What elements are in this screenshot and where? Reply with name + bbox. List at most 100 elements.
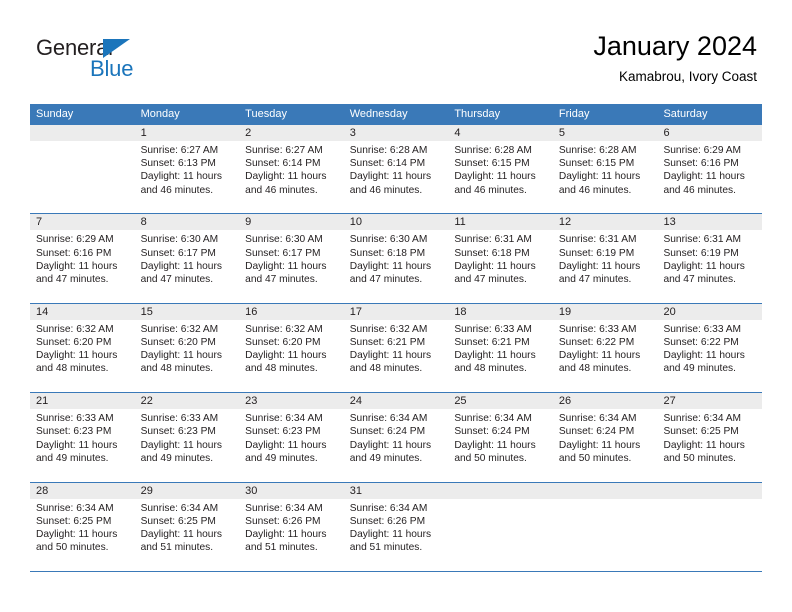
sunset-text: Sunset: 6:20 PM [245,336,321,348]
sunset-text: Sunset: 6:24 PM [454,426,530,438]
day-cell[interactable]: 29 Sunrise: 6:34 AM Sunset: 6:25 PM Dayligh… [134,482,240,571]
day-cell[interactable]: 20 Sunrise: 6:33 AM Sunset: 6:22 PM Dayligh… [657,303,763,392]
sunrise-text: Sunrise: 6:34 AM [349,413,428,425]
day-info: Sunrise: 6:33 AM Sunset: 6:23 PM Daylight:… [135,409,240,465]
day-cell[interactable]: 12 Sunrise: 6:31 AM Sunset: 6:19 PM Dayligh… [552,214,658,302]
sunrise-text: Sunrise: 6:31 AM [663,234,742,246]
sunset-text: Sunset: 6:26 PM [349,515,426,527]
day-number: 22 [134,393,240,410]
sunrise-text: Sunrise: 6:34 AM [558,413,637,425]
day-cell[interactable]: 11 Sunrise: 6:31 AM Sunset: 6:18 PM Dayligh… [448,214,553,302]
daylight-text: Daylight: 11 hours and 47 minutes. [349,260,432,285]
day-info: Sunrise: 6:27 AM Sunset: 6:13 PM Daylight:… [135,141,240,197]
day-cell[interactable]: 15 Sunrise: 6:32 AM Sunset: 6:20 PM Dayligh… [134,303,240,392]
sunset-text: Sunset: 6:13 PM [140,158,216,170]
sunset-text: Sunset: 6:20 PM [36,336,112,348]
day-number: 5 [552,125,658,141]
logo-text-blue: Blue [90,56,134,81]
day-info: Sunrise: 6:31 AM Sunset: 6:19 PM Daylight:… [657,230,762,286]
day-info: Sunrise: 6:34 AM Sunset: 6:25 PM Daylight:… [657,409,762,465]
daylight-text: Daylight: 11 hours and 48 minutes. [245,350,327,375]
day-number: 13 [657,214,763,231]
day-info: Sunrise: 6:34 AM Sunset: 6:25 PM Daylight:… [30,499,135,555]
day-cell[interactable]: 18 Sunrise: 6:33 AM Sunset: 6:21 PM Dayligh… [448,303,553,392]
day-cell[interactable]: 16 Sunrise: 6:32 AM Sunset: 6:20 PM Dayligh… [239,303,344,392]
page-header: General Blue January 2024 Kamabrou, Ivor… [0,0,792,100]
day-info: Sunrise: 6:28 AM Sunset: 6:15 PM Daylight:… [553,141,658,197]
sunrise-text: Sunrise: 6:32 AM [245,323,323,335]
day-number: 10 [343,214,449,231]
day-cell[interactable]: 31 Sunrise: 6:34 AM Sunset: 6:26 PM Dayligh… [343,482,449,571]
day-cell-empty [552,482,658,571]
day-cell[interactable]: 26 Sunrise: 6:34 AM Sunset: 6:24 PM Dayligh… [552,393,658,481]
sunset-text: Sunset: 6:26 PM [245,515,321,527]
daylight-text: Daylight: 11 hours and 47 minutes. [140,260,222,285]
day-cell[interactable]: 13 Sunrise: 6:31 AM Sunset: 6:19 PM Dayligh… [657,214,763,302]
day-info: Sunrise: 6:29 AM Sunset: 6:16 PM Daylight:… [30,230,135,286]
sunrise-text: Sunrise: 6:33 AM [36,413,114,425]
day-cell[interactable]: 1 Sunrise: 6:27 AM Sunset: 6:13 PM Daylight… [134,125,240,213]
day-cell-empty [448,482,553,571]
day-cell[interactable]: 21 Sunrise: 6:33 AM Sunset: 6:23 PM Dayligh… [30,393,135,481]
sunset-text: Sunset: 6:25 PM [663,426,739,438]
page-title: January 2024 [593,31,757,61]
daylight-text: Daylight: 11 hours and 46 minutes. [454,171,536,196]
day-cell[interactable]: 9 Sunrise: 6:30 AM Sunset: 6:17 PM Daylight… [239,214,344,302]
sunset-text: Sunset: 6:16 PM [36,247,112,259]
day-cell[interactable]: 17 Sunrise: 6:32 AM Sunset: 6:21 PM Dayligh… [343,303,449,392]
daylight-text: Daylight: 11 hours and 48 minutes. [36,350,118,375]
sunset-text: Sunset: 6:17 PM [140,247,216,259]
day-cell[interactable]: 23 Sunrise: 6:34 AM Sunset: 6:23 PM Dayligh… [239,393,344,481]
sunset-text: Sunset: 6:15 PM [558,158,635,170]
sunset-text: Sunset: 6:16 PM [663,158,739,170]
day-number: 4 [448,125,553,141]
daylight-text: Daylight: 11 hours and 50 minutes. [558,439,641,464]
day-cell[interactable]: 24 Sunrise: 6:34 AM Sunset: 6:24 PM Dayligh… [343,393,449,481]
sunrise-text: Sunrise: 6:33 AM [663,323,742,335]
day-cell[interactable]: 6 Sunrise: 6:29 AM Sunset: 6:16 PM Daylight… [657,125,763,213]
day-cell[interactable]: 4 Sunrise: 6:28 AM Sunset: 6:15 PM Daylight… [448,125,553,213]
day-cell[interactable]: 2 Sunrise: 6:27 AM Sunset: 6:14 PM Daylight… [239,125,344,213]
daylight-text: Daylight: 11 hours and 51 minutes. [140,528,222,554]
calendar-grid: Sunday Monday Tuesday Wednesday Thursday Frid… [30,104,763,572]
daylight-text: Daylight: 11 hours and 47 minutes. [663,260,745,285]
day-info: Sunrise: 6:30 AM Sunset: 6:17 PM Daylight:… [239,230,344,286]
day-cell[interactable]: 14 Sunrise: 6:32 AM Sunset: 6:20 PM Dayligh… [30,303,135,392]
day-cell[interactable]: 8 Sunrise: 6:30 AM Sunset: 6:17 PM Daylight… [134,214,240,302]
day-number [552,482,658,499]
day-cell[interactable]: 10 Sunrise: 6:30 AM Sunset: 6:18 PM Dayligh… [343,214,449,302]
page-subtitle: Kamabrou, Ivory Coast [618,69,757,84]
day-number: 6 [657,125,763,141]
day-cell[interactable]: 30 Sunrise: 6:34 AM Sunset: 6:26 PM Dayligh… [239,482,344,571]
sunset-text: Sunset: 6:17 PM [245,247,321,259]
daylight-text: Daylight: 11 hours and 46 minutes. [663,171,745,196]
calendar-page: General Blue January 2024 Kamabrou, Ivor… [0,0,792,612]
day-number: 16 [239,303,344,320]
calendar-week-row: 28 Sunrise: 6:34 AM Sunset: 6:25 PM Dayligh… [30,482,763,572]
day-info: Sunrise: 6:28 AM Sunset: 6:15 PM Daylight:… [448,141,553,197]
day-cell[interactable]: 7 Sunrise: 6:29 AM Sunset: 6:16 PM Daylight… [30,214,135,302]
day-number: 28 [30,482,135,499]
day-number: 30 [239,482,344,499]
sunrise-text: Sunrise: 6:29 AM [663,145,742,156]
daylight-text: Daylight: 11 hours and 46 minutes. [558,171,641,196]
day-cell[interactable]: 3 Sunrise: 6:28 AM Sunset: 6:14 PM Daylight… [343,125,449,213]
day-cell[interactable]: 19 Sunrise: 6:33 AM Sunset: 6:22 PM Dayligh… [552,303,658,392]
day-cell[interactable]: 28 Sunrise: 6:34 AM Sunset: 6:25 PM Dayligh… [30,482,135,571]
day-cell[interactable]: 27 Sunrise: 6:34 AM Sunset: 6:25 PM Dayligh… [657,393,763,481]
sunset-text: Sunset: 6:14 PM [245,158,321,170]
day-number: 15 [134,303,240,320]
day-number: 9 [239,214,344,231]
day-cell[interactable]: 5 Sunrise: 6:28 AM Sunset: 6:15 PM Daylight… [552,125,658,213]
day-info: Sunrise: 6:34 AM Sunset: 6:25 PM Daylight:… [135,499,240,555]
day-cell[interactable]: 22 Sunrise: 6:33 AM Sunset: 6:23 PM Dayligh… [134,393,240,481]
weekday-header-sunday: Sunday [36,108,74,120]
sunset-text: Sunset: 6:19 PM [663,247,739,259]
day-number: 25 [448,393,553,410]
sunrise-text: Sunrise: 6:27 AM [140,145,219,156]
day-cell[interactable]: 25 Sunrise: 6:34 AM Sunset: 6:24 PM Dayligh… [448,393,553,481]
day-info: Sunrise: 6:30 AM Sunset: 6:18 PM Daylight:… [344,230,449,286]
sunset-text: Sunset: 6:19 PM [558,247,635,259]
sunrise-text: Sunrise: 6:34 AM [245,413,323,425]
sunset-text: Sunset: 6:24 PM [558,426,635,438]
